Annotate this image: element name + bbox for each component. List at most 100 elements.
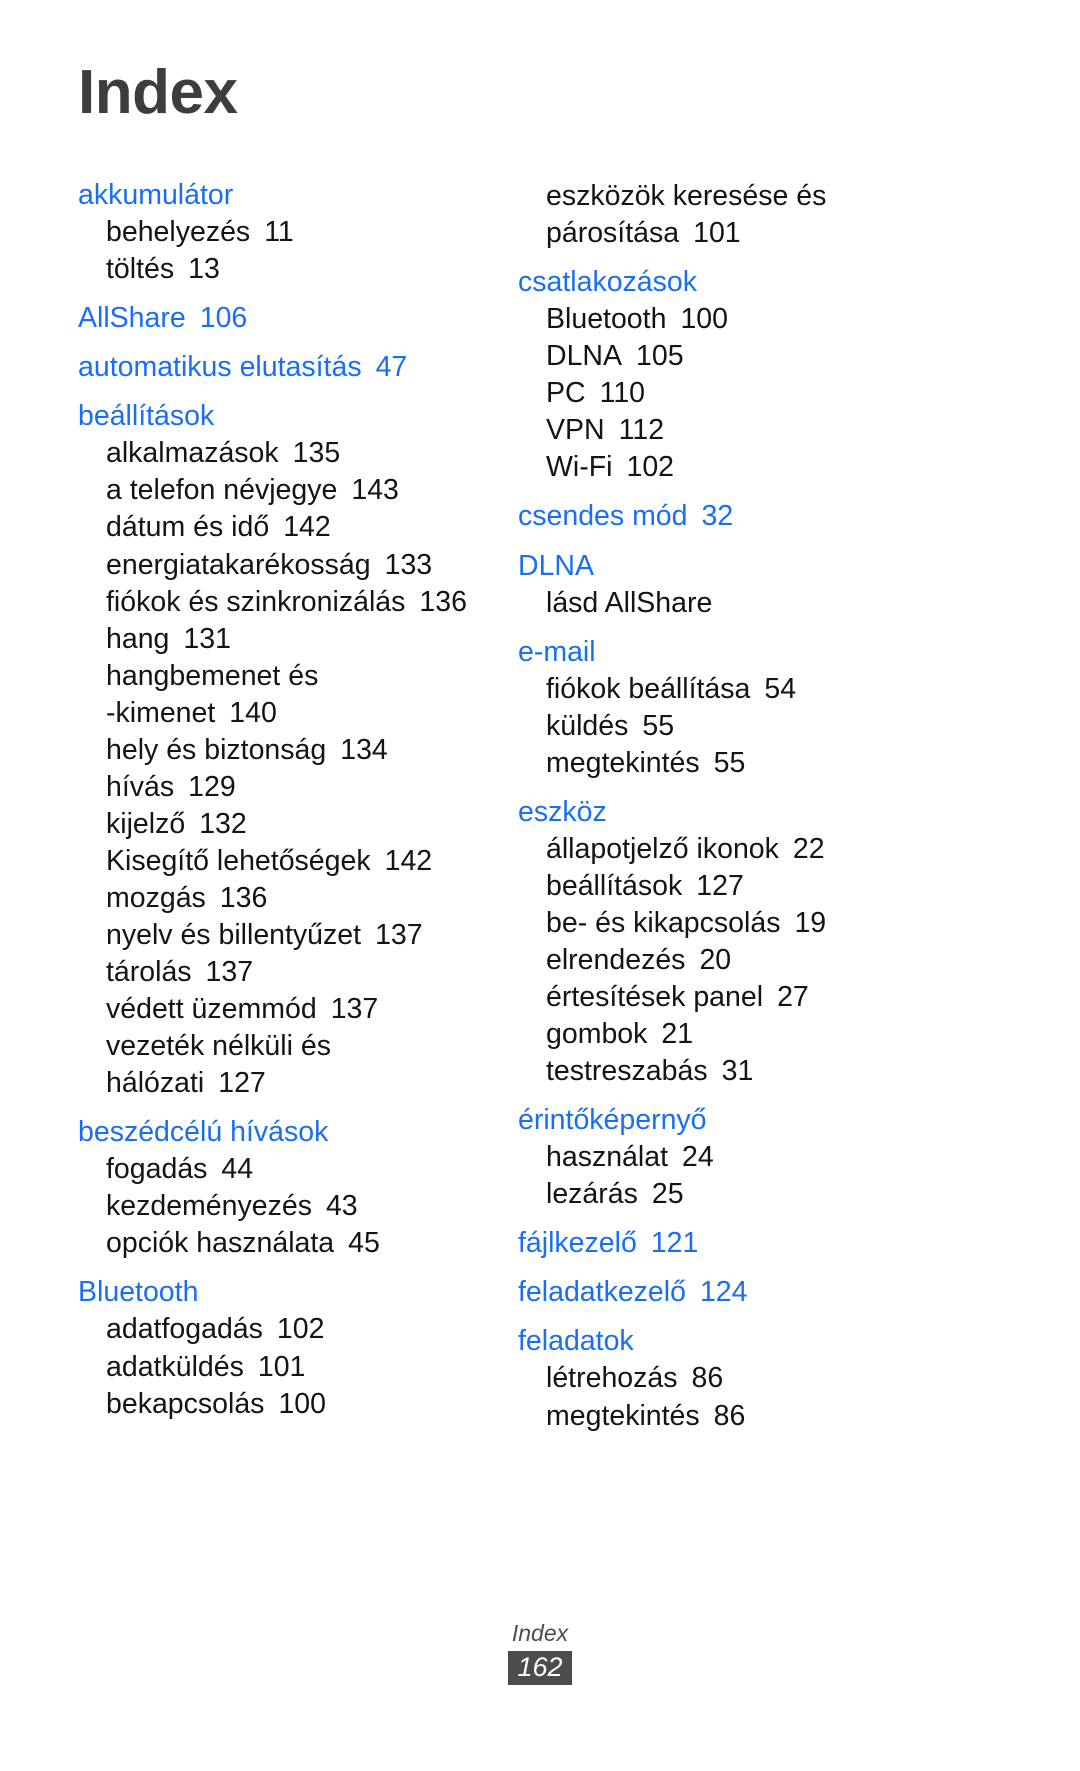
index-subentry[interactable]: adatküldés 101 <box>78 1349 478 1385</box>
index-subentry[interactable]: vezeték nélküli és <box>78 1028 478 1064</box>
index-subentry[interactable]: töltés 13 <box>78 251 478 287</box>
index-heading[interactable]: fájlkezelő 121 <box>518 1225 918 1261</box>
index-entry-label: testreszabás <box>546 1055 708 1088</box>
index-subentry[interactable]: védett üzemmód 137 <box>78 991 478 1027</box>
index-subentry[interactable]: -kimenet 140 <box>78 695 478 731</box>
index-entry-label: feladatok <box>518 1325 634 1358</box>
index-entry-page-number: 32 <box>701 500 734 533</box>
index-entry-label: hangbemenet és <box>106 659 319 692</box>
index-entry-page-number: 20 <box>699 943 732 976</box>
index-subentry[interactable]: alkalmazások 135 <box>78 435 478 471</box>
index-heading[interactable]: beszédcélú hívások <box>78 1114 478 1150</box>
index-heading[interactable]: csendes mód 32 <box>518 498 918 534</box>
index-subentry[interactable]: opciók használata 45 <box>78 1225 478 1261</box>
index-subentry[interactable]: hang 131 <box>78 621 478 657</box>
index-entry-page-number: 106 <box>199 302 248 335</box>
index-subentry[interactable]: használat 24 <box>518 1139 918 1175</box>
index-subentry[interactable]: testreszabás 31 <box>518 1053 918 1089</box>
index-subentry[interactable]: kezdeményezés 43 <box>78 1188 478 1224</box>
index-entry-label: beállítások <box>78 400 215 433</box>
index-subentry[interactable]: PC 110 <box>518 375 918 411</box>
index-subentry[interactable]: bekapcsolás 100 <box>78 1386 478 1422</box>
index-subentry[interactable]: energiatakarékosság 133 <box>78 547 478 583</box>
index-subentry[interactable]: állapotjelző ikonok 22 <box>518 831 918 867</box>
index-entry-label: hang <box>106 622 170 655</box>
index-entry-label: állapotjelző ikonok <box>546 832 779 865</box>
index-heading[interactable]: Bluetooth <box>78 1274 478 1310</box>
index-subentry[interactable]: a telefon névjegye 143 <box>78 472 478 508</box>
index-subentry[interactable]: hely és biztonság 134 <box>78 732 478 768</box>
index-heading[interactable]: automatikus elutasítás 47 <box>78 349 478 385</box>
index-subentry[interactable]: lezárás 25 <box>518 1176 918 1212</box>
index-entry-page-number: 140 <box>229 696 277 729</box>
index-entry-label: bekapcsolás <box>106 1387 265 1420</box>
index-entry-label: beállítások <box>546 869 683 902</box>
index-subentry[interactable]: adatfogadás 102 <box>78 1311 478 1347</box>
index-entry-page-number: 135 <box>292 437 341 470</box>
index-entry-label: fiókok és szinkronizálás <box>106 585 406 618</box>
index-heading[interactable]: DLNA <box>518 548 918 584</box>
index-entry-page-number: 86 <box>691 1362 724 1395</box>
index-heading[interactable]: eszköz <box>518 794 918 830</box>
index-heading[interactable]: beállítások <box>78 398 478 434</box>
index-subentry[interactable]: mozgás 136 <box>78 880 478 916</box>
index-subentry[interactable]: létrehozás 86 <box>518 1360 918 1396</box>
index-subentry[interactable]: tárolás 137 <box>78 954 478 990</box>
index-entry-page-number: 131 <box>183 622 231 655</box>
index-subentry[interactable]: VPN 112 <box>518 412 918 448</box>
index-heading[interactable]: feladatok <box>518 1323 918 1359</box>
index-subentry[interactable]: megtekintés 86 <box>518 1398 918 1434</box>
index-entry-page-number: 55 <box>713 746 746 779</box>
index-subentry[interactable]: hangbemenet és <box>78 658 478 694</box>
index-subentry[interactable]: fiókok beállítása 54 <box>518 671 918 707</box>
index-subentry[interactable]: hívás 129 <box>78 769 478 805</box>
index-entry-page-number: 11 <box>264 216 294 249</box>
index-subentry[interactable]: megtekintés 55 <box>518 745 918 781</box>
index-heading[interactable]: feladatkezelő 124 <box>518 1274 918 1310</box>
index-entry-page-number: 54 <box>764 672 797 705</box>
index-entry-label: gombok <box>546 1018 648 1051</box>
index-entry-page-number: 137 <box>375 918 423 951</box>
index-subentry[interactable]: fiókok és szinkronizálás 136 <box>78 584 478 620</box>
index-entry-label: töltés <box>106 253 175 286</box>
index-subentry[interactable]: lásd AllShare <box>518 585 918 621</box>
index-subentry[interactable]: behelyezés 11 <box>78 214 478 250</box>
index-page: Index akkumulátor behelyezés 11 töltés 13 All… <box>0 0 1080 1771</box>
index-subentry[interactable]: fogadás 44 <box>78 1151 478 1187</box>
index-heading[interactable]: AllShare 106 <box>78 300 478 336</box>
index-subentry[interactable]: beállítások 127 <box>518 868 918 904</box>
index-entry-page-number: 27 <box>777 981 809 1014</box>
index-entry-page-number: 101 <box>257 1350 306 1383</box>
index-subentry[interactable]: kijelző 132 <box>78 806 478 842</box>
index-subentry[interactable]: hálózati 127 <box>78 1065 478 1101</box>
index-subentry[interactable]: küldés 55 <box>518 708 918 744</box>
index-entry-label: VPN <box>546 414 605 447</box>
index-heading[interactable]: érintőképernyő <box>518 1102 918 1138</box>
index-entry-label: használat <box>546 1141 669 1174</box>
index-subentry[interactable]: eszközök keresése és <box>518 178 918 214</box>
index-subentry[interactable]: gombok 21 <box>518 1016 918 1052</box>
index-entry-page-number: 101 <box>693 217 741 250</box>
index-heading[interactable]: csatlakozások <box>518 264 918 300</box>
index-heading[interactable]: e-mail <box>518 634 918 670</box>
index-entry-page-number: 110 <box>599 377 646 410</box>
index-subentry[interactable]: elrendezés 20 <box>518 942 918 978</box>
index-entry-label: DLNA <box>518 549 595 582</box>
index-subentry[interactable]: Wi-Fi 102 <box>518 449 918 485</box>
index-entry-page-number: 112 <box>618 414 665 447</box>
index-entry-page-number: 100 <box>278 1387 326 1420</box>
index-subentry[interactable]: párosítása 101 <box>518 215 918 251</box>
index-entry-page-number: 102 <box>276 1313 325 1346</box>
index-subentry[interactable]: Kisegítő lehetőségek 142 <box>78 843 478 879</box>
index-subentry[interactable]: dátum és idő 142 <box>78 509 478 545</box>
index-subentry[interactable]: DLNA 105 <box>518 338 918 374</box>
index-subentry[interactable]: nyelv és billentyűzet 137 <box>78 917 478 953</box>
index-subentry[interactable]: be- és kikapcsolás 19 <box>518 905 918 941</box>
index-entry-page-number: 45 <box>348 1227 380 1260</box>
index-entry-page-number: 105 <box>636 340 684 373</box>
index-entry-label: Bluetooth <box>546 303 667 336</box>
index-entry-label: mozgás <box>106 881 206 914</box>
index-heading[interactable]: akkumulátor <box>78 177 478 213</box>
index-subentry[interactable]: Bluetooth 100 <box>518 301 918 337</box>
index-subentry[interactable]: értesítések panel 27 <box>518 979 918 1015</box>
